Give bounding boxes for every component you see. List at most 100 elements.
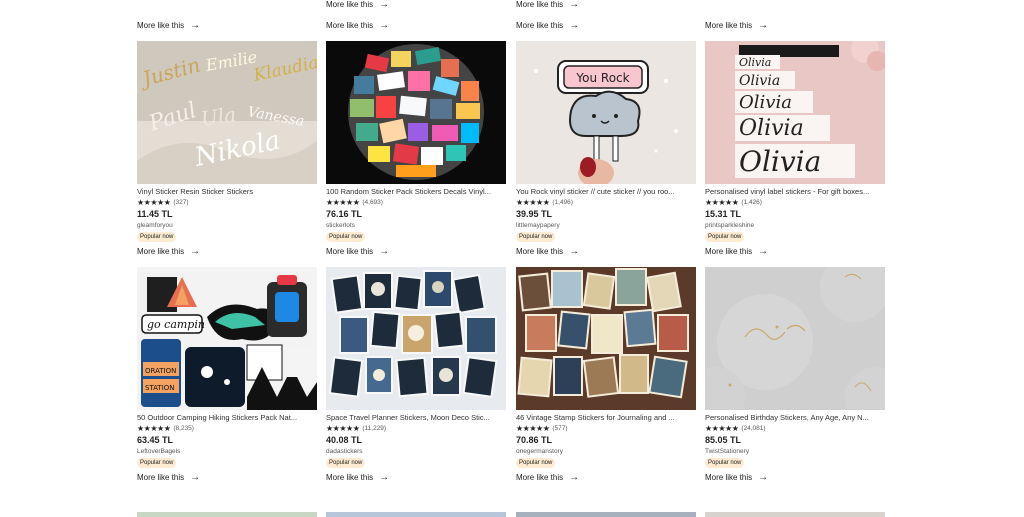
arrow-right-icon: → bbox=[758, 20, 769, 31]
review-count: (4,693) bbox=[362, 199, 383, 206]
arrow-right-icon: → bbox=[569, 20, 580, 31]
listing-rating: ★★★★★ (4,693) bbox=[326, 198, 383, 208]
star-rating-icon: ★★★★★ bbox=[516, 198, 550, 207]
listing-image[interactable]: Justin Emilie Klaudia Paul Ula Vanessa N… bbox=[137, 41, 317, 184]
more-like-this-link[interactable]: More like this → bbox=[516, 473, 579, 483]
more-like-this-link[interactable]: More like this → bbox=[137, 247, 200, 257]
more-like-this-link[interactable]: More like this → bbox=[137, 21, 200, 31]
listing-title[interactable]: Space Travel Planner Stickers, Moon Deco… bbox=[326, 413, 506, 423]
listing-title[interactable]: 100 Random Sticker Pack Stickers Decals … bbox=[326, 187, 506, 197]
svg-text:Olivia: Olivia bbox=[739, 92, 792, 113]
listing-price: 15.31 TL bbox=[705, 209, 742, 219]
listing-image[interactable]: Olivia Olivia Olivia Olivia Olivia bbox=[705, 41, 885, 184]
more-like-this-label: More like this bbox=[516, 21, 564, 30]
listing-image[interactable] bbox=[705, 512, 885, 517]
svg-text:Olivia: Olivia bbox=[739, 145, 821, 178]
listing-image[interactable]: go campin ORATION STATION bbox=[137, 267, 317, 410]
review-count: (577) bbox=[552, 425, 568, 432]
star-rating-icon: ★★★★★ bbox=[326, 198, 360, 207]
arrow-right-icon: → bbox=[190, 20, 201, 31]
more-like-this-label: More like this bbox=[326, 473, 374, 482]
more-like-this-label: More like this bbox=[705, 247, 753, 256]
arrow-right-icon: → bbox=[569, 246, 580, 257]
you-rock-sticker-image: You Rock bbox=[516, 41, 696, 184]
star-rating-icon: ★★★★★ bbox=[137, 198, 171, 207]
name-decals-image: Justin Emilie Klaudia Paul Ula Vanessa N… bbox=[137, 41, 317, 184]
arrow-right-icon: → bbox=[758, 246, 769, 257]
more-like-this-label: More like this bbox=[326, 21, 374, 30]
more-like-this-link[interactable]: More like this → bbox=[705, 473, 768, 483]
popular-now-badge: Popular now bbox=[705, 232, 745, 242]
listing-price: 39.95 TL bbox=[516, 209, 553, 219]
listing-title[interactable]: 46 Vintage Stamp Stickers for Journaling… bbox=[516, 413, 696, 423]
listing-image[interactable] bbox=[326, 41, 506, 184]
shop-name: dadastickers bbox=[326, 448, 363, 455]
more-like-this-label: More like this bbox=[137, 247, 185, 256]
arrow-right-icon: → bbox=[379, 246, 390, 257]
listing-title[interactable]: Personalised Birthday Stickers, Any Age,… bbox=[705, 413, 885, 423]
svg-text:ORATION: ORATION bbox=[145, 367, 176, 375]
review-count: (1,426) bbox=[741, 199, 762, 206]
listing-image[interactable] bbox=[516, 267, 696, 410]
more-like-this-label: More like this bbox=[516, 473, 564, 482]
popular-now-badge: Popular now bbox=[326, 458, 366, 468]
more-like-this-label: More like this bbox=[137, 21, 185, 30]
more-like-this-label: More like this bbox=[705, 473, 753, 482]
shop-name: TwistStationery bbox=[705, 448, 750, 455]
more-like-this-label: More like this bbox=[516, 247, 564, 256]
shop-name: LeftoverBagels bbox=[137, 448, 181, 455]
more-like-this-label: More like this bbox=[326, 247, 374, 256]
listing-title[interactable]: Personalised vinyl label stickers - For … bbox=[705, 187, 885, 197]
star-rating-icon: ★★★★★ bbox=[137, 424, 171, 433]
star-rating-icon: ★★★★★ bbox=[516, 424, 550, 433]
listing-image[interactable] bbox=[137, 512, 317, 517]
shop-name: printsparkleshine bbox=[705, 222, 755, 229]
more-like-this-link[interactable]: More like this → bbox=[326, 247, 389, 257]
top-strip: More like this → More like this → More l… bbox=[0, 0, 1024, 40]
more-like-this-link[interactable]: More like this → bbox=[326, 21, 389, 31]
more-like-this-link[interactable]: More like this → bbox=[705, 247, 768, 257]
camping-stickers-image: go campin ORATION STATION bbox=[137, 267, 317, 410]
arrow-right-icon: → bbox=[190, 246, 201, 257]
sticker-pile-image bbox=[326, 41, 506, 184]
more-like-this-label: More like this bbox=[326, 0, 374, 9]
listing-title[interactable]: Vinyl Sticker Resin Sticker Stickers bbox=[137, 187, 317, 197]
listing-image[interactable]: You Rock bbox=[516, 41, 696, 184]
listing-rating: ★★★★★ (24,081) bbox=[705, 424, 766, 434]
star-rating-icon: ★★★★★ bbox=[326, 424, 360, 433]
arrow-right-icon: → bbox=[758, 472, 769, 483]
more-like-this-link[interactable]: More like this → bbox=[516, 0, 579, 10]
review-count: (1,496) bbox=[552, 199, 573, 206]
more-like-this-link[interactable]: More like this → bbox=[516, 21, 579, 31]
more-like-this-link[interactable]: More like this → bbox=[326, 0, 389, 10]
listing-rating: ★★★★★ (327) bbox=[137, 198, 189, 208]
review-count: (24,081) bbox=[741, 425, 766, 432]
more-like-this-link[interactable]: More like this → bbox=[705, 21, 768, 31]
listing-image[interactable] bbox=[705, 267, 885, 410]
svg-text:STATION: STATION bbox=[145, 384, 175, 392]
star-rating-icon: ★★★★★ bbox=[705, 424, 739, 433]
more-like-this-link[interactable]: More like this → bbox=[326, 473, 389, 483]
birthday-stickers-image bbox=[705, 267, 885, 410]
shop-name: gleamforyou bbox=[137, 222, 173, 229]
listing-rating: ★★★★★ (577) bbox=[516, 424, 568, 434]
arrow-right-icon: → bbox=[190, 472, 201, 483]
space-stamps-image bbox=[326, 267, 506, 410]
svg-text:Olivia: Olivia bbox=[739, 56, 771, 69]
shop-name: onegermanstory bbox=[516, 448, 563, 455]
popular-now-badge: Popular now bbox=[516, 458, 556, 468]
listing-title[interactable]: 50 Outdoor Camping Hiking Stickers Pack … bbox=[137, 413, 317, 423]
listing-image[interactable] bbox=[326, 512, 506, 517]
more-like-this-link[interactable]: More like this → bbox=[516, 247, 579, 257]
arrow-right-icon: → bbox=[569, 472, 580, 483]
listing-image[interactable] bbox=[516, 512, 696, 517]
olivia-labels-image: Olivia Olivia Olivia Olivia Olivia bbox=[705, 41, 885, 184]
listing-title[interactable]: You Rock vinyl sticker // cute sticker /… bbox=[516, 187, 696, 197]
more-like-this-link[interactable]: More like this → bbox=[137, 473, 200, 483]
listing-rating: ★★★★★ (8,235) bbox=[137, 424, 194, 434]
listing-image[interactable] bbox=[326, 267, 506, 410]
popular-now-badge: Popular now bbox=[137, 458, 177, 468]
arrow-right-icon: → bbox=[379, 472, 390, 483]
review-count: (327) bbox=[173, 199, 189, 206]
listing-price: 85.05 TL bbox=[705, 435, 742, 445]
